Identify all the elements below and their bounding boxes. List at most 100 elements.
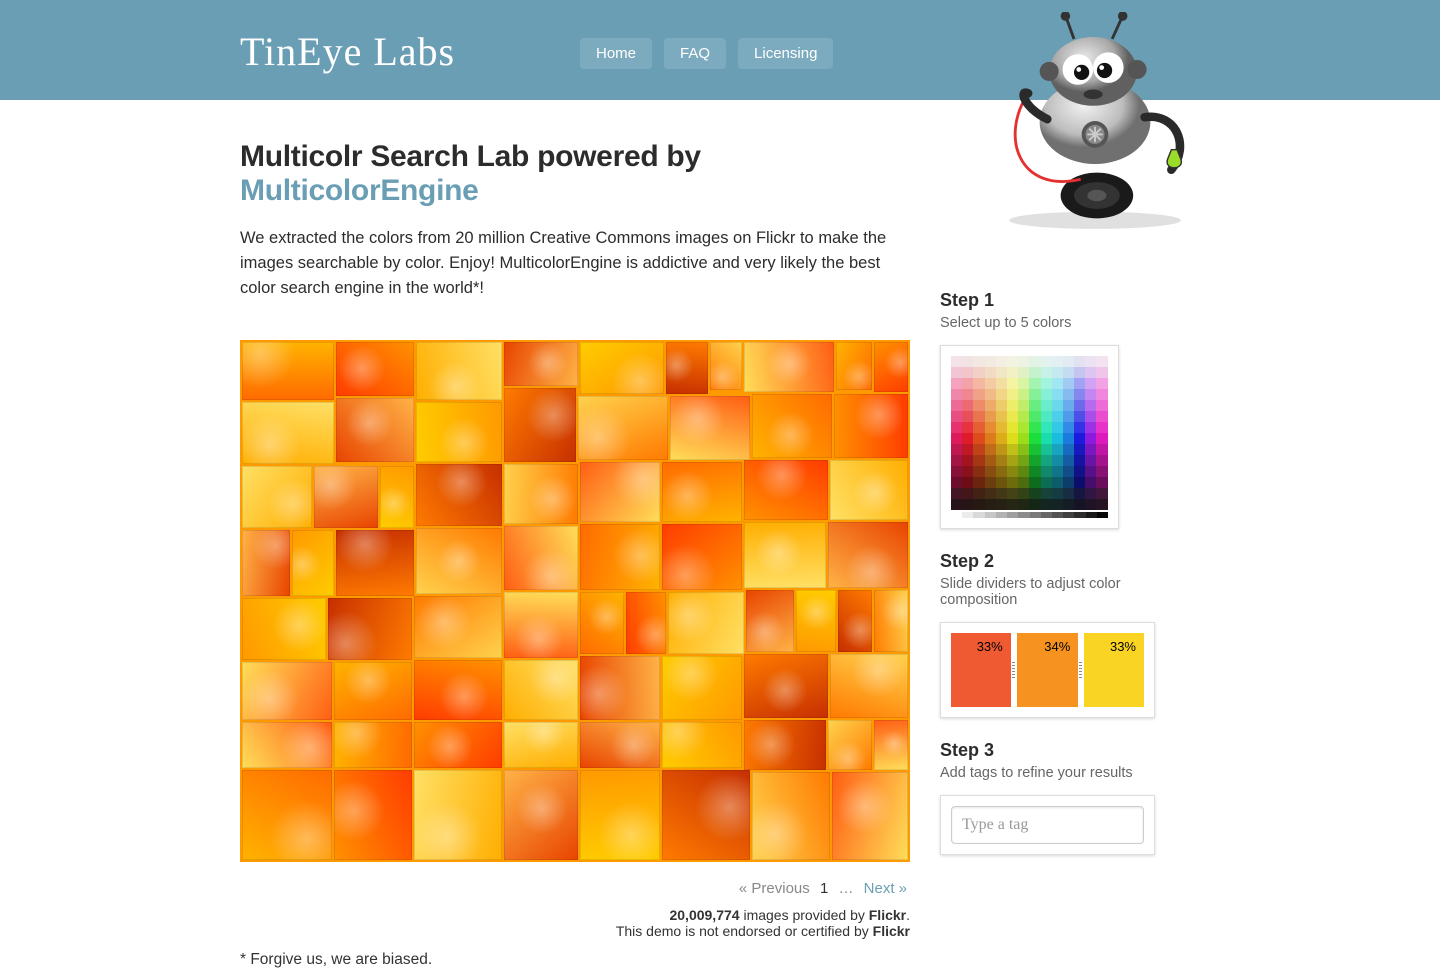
palette-swatch[interactable] bbox=[1074, 455, 1085, 466]
result-thumbnail[interactable] bbox=[830, 654, 908, 718]
palette-swatch[interactable] bbox=[1041, 477, 1052, 488]
result-thumbnail[interactable] bbox=[828, 522, 908, 588]
palette-swatch[interactable] bbox=[1085, 367, 1096, 378]
palette-swatch[interactable] bbox=[985, 444, 996, 455]
result-thumbnail[interactable] bbox=[828, 720, 872, 770]
palette-swatch[interactable] bbox=[1063, 411, 1074, 422]
palette-gray-swatch[interactable] bbox=[1063, 512, 1074, 518]
palette-swatch[interactable] bbox=[1085, 477, 1096, 488]
palette-swatch[interactable] bbox=[1029, 466, 1040, 477]
result-thumbnail[interactable] bbox=[380, 466, 414, 528]
palette-swatch[interactable] bbox=[1052, 455, 1063, 466]
palette-swatch[interactable] bbox=[1074, 488, 1085, 499]
palette-swatch[interactable] bbox=[1007, 422, 1018, 433]
result-thumbnail[interactable] bbox=[242, 598, 326, 660]
result-thumbnail[interactable] bbox=[334, 722, 412, 768]
palette-swatch[interactable] bbox=[1063, 378, 1074, 389]
palette-swatch[interactable] bbox=[1052, 378, 1063, 389]
result-thumbnail[interactable] bbox=[752, 772, 830, 860]
palette-swatch[interactable] bbox=[1007, 455, 1018, 466]
palette-swatch[interactable] bbox=[996, 378, 1007, 389]
palette-swatch[interactable] bbox=[985, 466, 996, 477]
palette-swatch[interactable] bbox=[1085, 433, 1096, 444]
palette-swatch[interactable] bbox=[1063, 389, 1074, 400]
composition-chip[interactable]: 34% bbox=[1017, 633, 1079, 707]
palette-swatch[interactable] bbox=[996, 433, 1007, 444]
palette-swatch[interactable] bbox=[1085, 389, 1096, 400]
palette-swatch[interactable] bbox=[1085, 499, 1096, 510]
palette-swatch[interactable] bbox=[1007, 477, 1018, 488]
palette-swatch[interactable] bbox=[1018, 422, 1029, 433]
result-thumbnail[interactable] bbox=[334, 770, 412, 860]
flickr-link[interactable]: Flickr bbox=[869, 907, 906, 923]
composition-chip[interactable]: 33% bbox=[1084, 633, 1144, 707]
palette-swatch[interactable] bbox=[1085, 400, 1096, 411]
result-thumbnail[interactable] bbox=[292, 530, 334, 596]
color-palette[interactable] bbox=[940, 345, 1119, 529]
palette-swatch[interactable] bbox=[951, 499, 962, 510]
palette-gray-swatch[interactable] bbox=[1007, 512, 1018, 518]
palette-swatch[interactable] bbox=[985, 477, 996, 488]
palette-swatch[interactable] bbox=[1063, 488, 1074, 499]
palette-swatch[interactable] bbox=[1052, 356, 1063, 367]
palette-swatch[interactable] bbox=[973, 411, 984, 422]
result-thumbnail[interactable] bbox=[710, 342, 742, 390]
palette-swatch[interactable] bbox=[1085, 411, 1096, 422]
palette-gray-swatch[interactable] bbox=[962, 512, 973, 518]
result-thumbnail[interactable] bbox=[336, 398, 414, 462]
palette-swatch[interactable] bbox=[996, 455, 1007, 466]
palette-swatch[interactable] bbox=[1074, 477, 1085, 488]
palette-swatch[interactable] bbox=[1063, 367, 1074, 378]
palette-swatch[interactable] bbox=[1041, 356, 1052, 367]
palette-swatch[interactable] bbox=[1041, 433, 1052, 444]
result-thumbnail[interactable] bbox=[580, 656, 660, 720]
palette-swatch[interactable] bbox=[1007, 488, 1018, 499]
palette-swatch[interactable] bbox=[1096, 455, 1107, 466]
palette-swatch[interactable] bbox=[985, 356, 996, 367]
palette-swatch[interactable] bbox=[1029, 488, 1040, 499]
palette-swatch[interactable] bbox=[985, 378, 996, 389]
palette-swatch[interactable] bbox=[1029, 400, 1040, 411]
palette-swatch[interactable] bbox=[996, 499, 1007, 510]
result-thumbnail[interactable] bbox=[662, 770, 750, 860]
palette-swatch[interactable] bbox=[985, 422, 996, 433]
palette-swatch[interactable] bbox=[1007, 378, 1018, 389]
palette-swatch[interactable] bbox=[1041, 422, 1052, 433]
palette-swatch[interactable] bbox=[962, 367, 973, 378]
result-thumbnail[interactable] bbox=[242, 530, 290, 596]
palette-swatch[interactable] bbox=[1018, 400, 1029, 411]
result-thumbnail[interactable] bbox=[838, 590, 872, 652]
palette-swatch[interactable] bbox=[1007, 466, 1018, 477]
result-thumbnail[interactable] bbox=[834, 394, 908, 458]
palette-swatch[interactable] bbox=[1074, 356, 1085, 367]
result-thumbnail[interactable] bbox=[242, 770, 332, 860]
palette-swatch[interactable] bbox=[962, 411, 973, 422]
result-thumbnail[interactable] bbox=[578, 396, 668, 460]
palette-swatch[interactable] bbox=[1052, 389, 1063, 400]
result-thumbnail[interactable] bbox=[414, 770, 502, 860]
palette-swatch[interactable] bbox=[996, 389, 1007, 400]
palette-swatch[interactable] bbox=[1096, 389, 1107, 400]
result-thumbnail[interactable] bbox=[626, 592, 666, 654]
palette-swatch[interactable] bbox=[1085, 488, 1096, 499]
palette-swatch[interactable] bbox=[1018, 444, 1029, 455]
next-page[interactable]: Next » bbox=[864, 880, 907, 897]
palette-swatch[interactable] bbox=[1096, 488, 1107, 499]
palette-swatch[interactable] bbox=[1007, 499, 1018, 510]
palette-swatch[interactable] bbox=[1074, 400, 1085, 411]
palette-swatch[interactable] bbox=[1018, 499, 1029, 510]
palette-swatch[interactable] bbox=[1085, 356, 1096, 367]
palette-swatch[interactable] bbox=[1018, 433, 1029, 444]
result-thumbnail[interactable] bbox=[744, 654, 828, 718]
palette-swatch[interactable] bbox=[1018, 477, 1029, 488]
result-thumbnail[interactable] bbox=[580, 342, 664, 394]
palette-swatch[interactable] bbox=[1063, 466, 1074, 477]
palette-swatch[interactable] bbox=[1029, 444, 1040, 455]
palette-swatch[interactable] bbox=[951, 455, 962, 466]
palette-swatch[interactable] bbox=[1063, 455, 1074, 466]
result-thumbnail[interactable] bbox=[744, 720, 826, 770]
result-thumbnail[interactable] bbox=[504, 342, 578, 386]
palette-swatch[interactable] bbox=[1007, 444, 1018, 455]
result-thumbnail[interactable] bbox=[242, 466, 312, 528]
palette-swatch[interactable] bbox=[962, 444, 973, 455]
